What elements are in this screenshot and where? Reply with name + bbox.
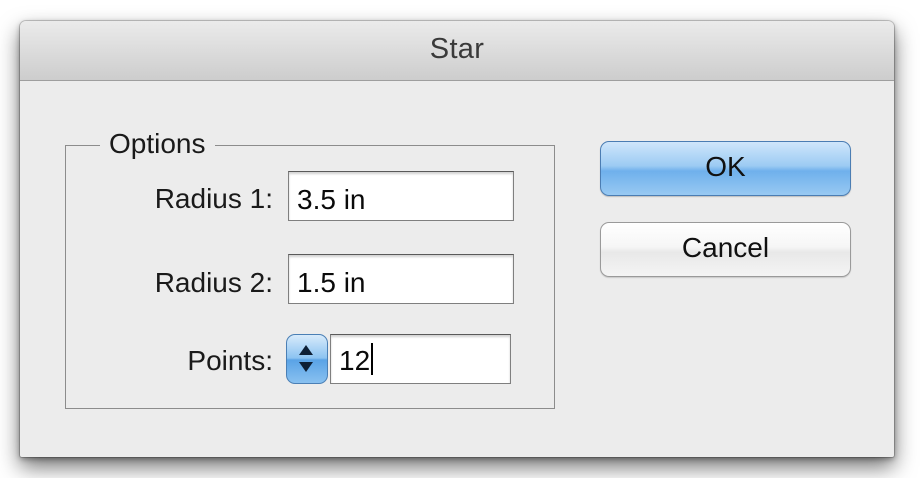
options-legend: Options: [100, 127, 215, 161]
stepper-up-arrow-icon[interactable]: [299, 345, 313, 355]
stepper-down-arrow-icon[interactable]: [299, 362, 313, 372]
radius1-label: Radius 1:: [154, 183, 273, 214]
radius2-field[interactable]: [288, 254, 514, 304]
points-label: Points:: [187, 345, 273, 376]
ok-button[interactable]: OK: [600, 141, 851, 196]
star-dialog: Star Options Radius 1: Radius 2: Points:…: [20, 21, 894, 457]
radius1-field[interactable]: [288, 171, 514, 221]
points-field[interactable]: 12: [330, 334, 511, 384]
cancel-button[interactable]: Cancel: [600, 222, 851, 277]
dialog-title: Star: [429, 33, 485, 65]
title-bar[interactable]: Star: [20, 21, 894, 81]
points-value: 12: [339, 345, 371, 376]
radius2-label: Radius 2:: [154, 267, 273, 298]
points-stepper[interactable]: [286, 334, 328, 384]
text-cursor: [371, 343, 374, 375]
